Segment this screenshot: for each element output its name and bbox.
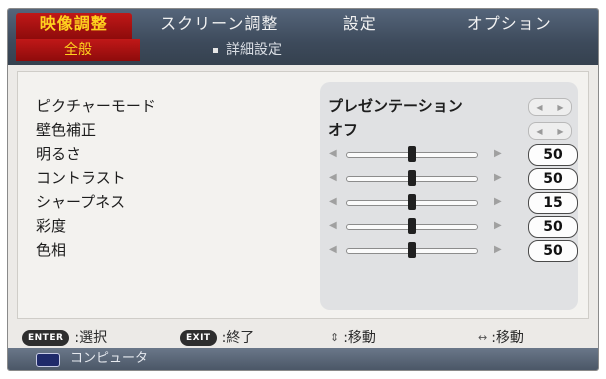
- slider-knob[interactable]: [408, 146, 416, 162]
- tab-settings[interactable]: 設定: [299, 9, 421, 39]
- tab-options[interactable]: オプション: [421, 9, 598, 39]
- row-label: 明るさ: [36, 145, 82, 163]
- row-sharpness[interactable]: シャープネス ◀ ▶ 15: [18, 190, 588, 214]
- osd-menu: 映像調整 スクリーン調整 設定 オプション 全般 詳細設定 ピクチャーモード プ…: [7, 8, 599, 371]
- slider-left-icon[interactable]: ◀: [329, 214, 337, 238]
- subtab-detail[interactable]: 詳細設定: [213, 39, 282, 61]
- row-picture-mode[interactable]: ピクチャーモード プレゼンテーション ◀ ▶: [18, 94, 588, 118]
- hue-value: 50: [528, 240, 578, 262]
- slider-left-icon[interactable]: ◀: [329, 166, 337, 190]
- row-saturation[interactable]: 彩度 ◀ ▶ 50: [18, 214, 588, 238]
- row-label: コントラスト: [36, 169, 126, 187]
- slider-left-icon[interactable]: ◀: [329, 238, 337, 262]
- enter-key-icon: ENTER: [22, 330, 70, 346]
- slider-left-icon[interactable]: ◀: [329, 190, 337, 214]
- sharpness-value: 15: [528, 192, 578, 214]
- subtab-detail-label: 詳細設定: [226, 42, 282, 58]
- select-arrows[interactable]: ◀ ▶: [528, 98, 572, 116]
- sub-tabs: 全般 詳細設定: [8, 39, 598, 63]
- slider-knob[interactable]: [408, 218, 416, 234]
- status-bar: コンピュータ: [8, 348, 598, 370]
- row-label: シャープネス: [36, 193, 126, 211]
- row-label: 壁色補正: [36, 121, 97, 139]
- wall-color-value: オフ: [328, 121, 359, 139]
- picture-mode-value: プレゼンテーション: [328, 97, 463, 115]
- slider-knob[interactable]: [408, 242, 416, 258]
- brightness-value: 50: [528, 144, 578, 166]
- slider-left-icon[interactable]: ◀: [329, 142, 337, 166]
- monitor-icon: [36, 353, 60, 367]
- exit-key-icon: EXIT: [180, 330, 217, 346]
- row-wall-color[interactable]: 壁色補正 オフ ◀ ▶: [18, 118, 588, 142]
- slider-knob[interactable]: [408, 194, 416, 210]
- row-brightness[interactable]: 明るさ ◀ ▶ 50: [18, 142, 588, 166]
- main-tabs: 映像調整 スクリーン調整 設定 オプション: [8, 9, 598, 39]
- slider-right-icon[interactable]: ▶: [494, 166, 502, 190]
- input-source-label: コンピュータ: [70, 351, 149, 366]
- select-arrows[interactable]: ◀ ▶: [528, 122, 572, 140]
- left-arrow-icon: ◀: [536, 102, 543, 112]
- slider-knob[interactable]: [408, 170, 416, 186]
- slider-right-icon[interactable]: ▶: [494, 190, 502, 214]
- row-label: 彩度: [36, 217, 67, 235]
- row-contrast[interactable]: コントラスト ◀ ▶ 50: [18, 166, 588, 190]
- right-arrow-icon: ▶: [557, 102, 564, 112]
- bullet-icon: [213, 47, 218, 53]
- row-label: ピクチャーモード: [36, 97, 156, 115]
- tab-screen[interactable]: スクリーン調整: [140, 9, 299, 39]
- left-arrow-icon: ◀: [536, 126, 543, 136]
- tab-picture[interactable]: 映像調整: [8, 9, 140, 39]
- slider-right-icon[interactable]: ▶: [494, 142, 502, 166]
- slider-right-icon[interactable]: ▶: [494, 238, 502, 262]
- menu-bar: 映像調整 スクリーン調整 設定 オプション 全般 詳細設定: [8, 9, 598, 65]
- subtab-general[interactable]: 全般: [16, 39, 140, 61]
- right-arrow-icon: ▶: [557, 126, 564, 136]
- settings-panel: ピクチャーモード プレゼンテーション ◀ ▶ 壁色補正 オフ ◀ ▶ 明るさ ◀ ▶…: [17, 71, 589, 319]
- row-label: 色相: [36, 241, 67, 259]
- saturation-value: 50: [528, 216, 578, 238]
- slider-right-icon[interactable]: ▶: [494, 214, 502, 238]
- row-hue[interactable]: 色相 ◀ ▶ 50: [18, 238, 588, 262]
- contrast-value: 50: [528, 168, 578, 190]
